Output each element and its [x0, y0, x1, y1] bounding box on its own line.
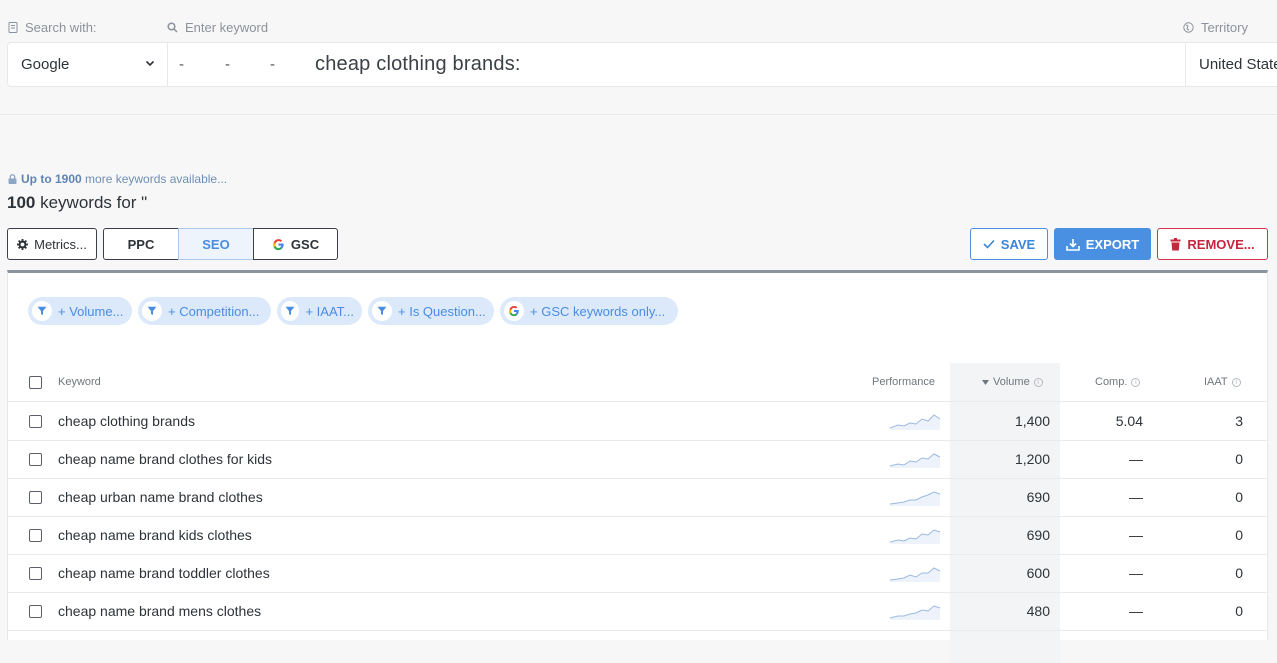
search-engine-select[interactable]: Google: [8, 43, 168, 86]
filter-volume[interactable]: + Volume...: [28, 297, 132, 325]
more-keywords-notice[interactable]: Up to 1900 more keywords available...: [8, 172, 227, 186]
download-icon: [1065, 238, 1080, 251]
row-checkbox[interactable]: [29, 415, 42, 428]
search-engine-value: Google: [21, 56, 70, 73]
filter-icon: [377, 306, 387, 315]
row-checkbox[interactable]: [29, 529, 42, 542]
search-with-label: Search with:: [8, 20, 97, 35]
iaat-cell: 0: [1235, 527, 1243, 543]
prefix-dash[interactable]: -: [225, 56, 230, 73]
filter-icon: [285, 306, 295, 315]
iaat-cell: 0: [1235, 489, 1243, 505]
table-header: Keyword Performance Volume i Comp. i IAA…: [8, 363, 1267, 402]
sort-down-icon: [982, 379, 989, 385]
prefix-dash[interactable]: -: [270, 56, 275, 73]
search-icon: [167, 22, 178, 33]
header-keyword[interactable]: Keyword: [58, 363, 101, 401]
info-icon[interactable]: i: [1033, 377, 1043, 387]
volume-cell: 1,200: [1014, 451, 1050, 467]
row-checkbox[interactable]: [29, 491, 42, 504]
volume-cell: 480: [1026, 603, 1050, 619]
metrics-button[interactable]: Metrics...: [7, 228, 97, 260]
iaat-cell: 0: [1235, 603, 1243, 619]
keyword-cell[interactable]: cheap clothing brands: [58, 402, 195, 440]
keyword-cell[interactable]: cheap name brand kids clothes: [58, 516, 252, 554]
table-row[interactable]: cheap urban name brand clothes 690 — 0: [8, 478, 1267, 517]
volume-cell: 690: [1026, 489, 1050, 505]
comp-cell: —: [1129, 489, 1143, 505]
volume-cell: 1,400: [1014, 413, 1050, 429]
sparkline-chart: [890, 567, 941, 582]
prefix-dash[interactable]: -: [179, 56, 184, 73]
territory-label: Territory: [1183, 20, 1248, 35]
google-icon: [273, 238, 284, 250]
filter-gsc-keywords-only[interactable]: + GSC keywords only...: [500, 297, 678, 325]
check-icon: [983, 239, 995, 249]
iaat-cell: 0: [1235, 451, 1243, 467]
save-button[interactable]: SAVE: [970, 228, 1048, 260]
territory-select[interactable]: United States: [1185, 43, 1277, 86]
table-row[interactable]: cheap name brand kids clothes 690 — 0: [8, 516, 1267, 555]
comp-cell: —: [1129, 603, 1143, 619]
sparkline-chart: [890, 491, 941, 506]
comp-cell: —: [1129, 565, 1143, 581]
iaat-cell: 3: [1235, 413, 1243, 429]
lock-icon: [8, 174, 17, 184]
tab-ppc[interactable]: PPC: [103, 228, 179, 260]
filter-iaat[interactable]: + IAAT...: [277, 297, 362, 325]
table-row[interactable]: cheap clothing brands 1,400 5.04 3: [8, 402, 1267, 441]
sparkline-chart: [890, 605, 941, 620]
header-iaat[interactable]: IAAT i: [1204, 363, 1241, 401]
row-checkbox[interactable]: [29, 453, 42, 466]
filter-icon: [147, 306, 157, 315]
tab-seo[interactable]: SEO: [178, 228, 254, 260]
sparkline-chart: [890, 453, 941, 468]
filter-icon: [37, 306, 47, 315]
row-checkbox[interactable]: [29, 567, 42, 580]
select-all-checkbox[interactable]: [29, 376, 42, 389]
export-button[interactable]: EXPORT: [1054, 228, 1151, 260]
trash-icon: [1170, 237, 1181, 250]
info-icon[interactable]: i: [1231, 377, 1241, 387]
info-icon[interactable]: i: [1131, 377, 1141, 387]
remove-button[interactable]: REMOVE...: [1157, 228, 1268, 260]
keyword-label: Enter keyword: [167, 20, 268, 35]
sparkline-chart: [890, 414, 941, 430]
chevron-down-icon: [145, 60, 155, 67]
divider: [0, 114, 1277, 115]
table-row[interactable]: cheap name brand clothes for kids 1,200 …: [8, 440, 1267, 479]
search-bar: Google - - - cheap clothing brands: Unit…: [7, 42, 1277, 87]
filter-chips: + Volume... + Competition... + IAAT... +…: [28, 297, 678, 325]
table-row[interactable]: cheap name brand toddler clothes 600 — 0: [8, 554, 1267, 593]
filter-competition[interactable]: + Competition...: [138, 297, 271, 325]
volume-cell: 690: [1026, 527, 1050, 543]
comp-cell: 5.04: [1115, 413, 1143, 429]
iaat-cell: 0: [1235, 565, 1243, 581]
keyword-cell[interactable]: cheap name brand toddler clothes: [58, 554, 270, 592]
results-panel: + Volume... + Competition... + IAAT... +…: [7, 270, 1268, 663]
keyword-input[interactable]: cheap clothing brands:: [315, 53, 521, 76]
sparkline-chart: [890, 529, 941, 544]
filter-is-question[interactable]: + Is Question...: [368, 297, 494, 325]
row-checkbox[interactable]: [29, 605, 42, 618]
territory-value: United States: [1199, 56, 1277, 73]
results-count: 100 keywords for ": [7, 193, 148, 212]
keyword-cell[interactable]: cheap name brand mens clothes: [58, 592, 261, 630]
header-performance: Performance: [872, 376, 935, 388]
comp-cell: —: [1129, 527, 1143, 543]
header-volume[interactable]: Volume i: [982, 363, 1043, 401]
keyword-cell[interactable]: cheap name brand clothes for kids: [58, 440, 272, 478]
tab-gsc[interactable]: GSC: [253, 228, 338, 260]
volume-cell: 600: [1026, 565, 1050, 581]
google-icon: [509, 306, 519, 317]
globe-icon: [1183, 22, 1194, 33]
comp-cell: —: [1129, 451, 1143, 467]
header-comp[interactable]: Comp. i: [1095, 363, 1141, 401]
keyword-cell[interactable]: cheap urban name brand clothes: [58, 478, 263, 516]
table-row[interactable]: cheap name brand mens clothes 480 — 0: [8, 592, 1267, 631]
document-icon: [8, 22, 18, 33]
gear-icon: [17, 238, 29, 250]
